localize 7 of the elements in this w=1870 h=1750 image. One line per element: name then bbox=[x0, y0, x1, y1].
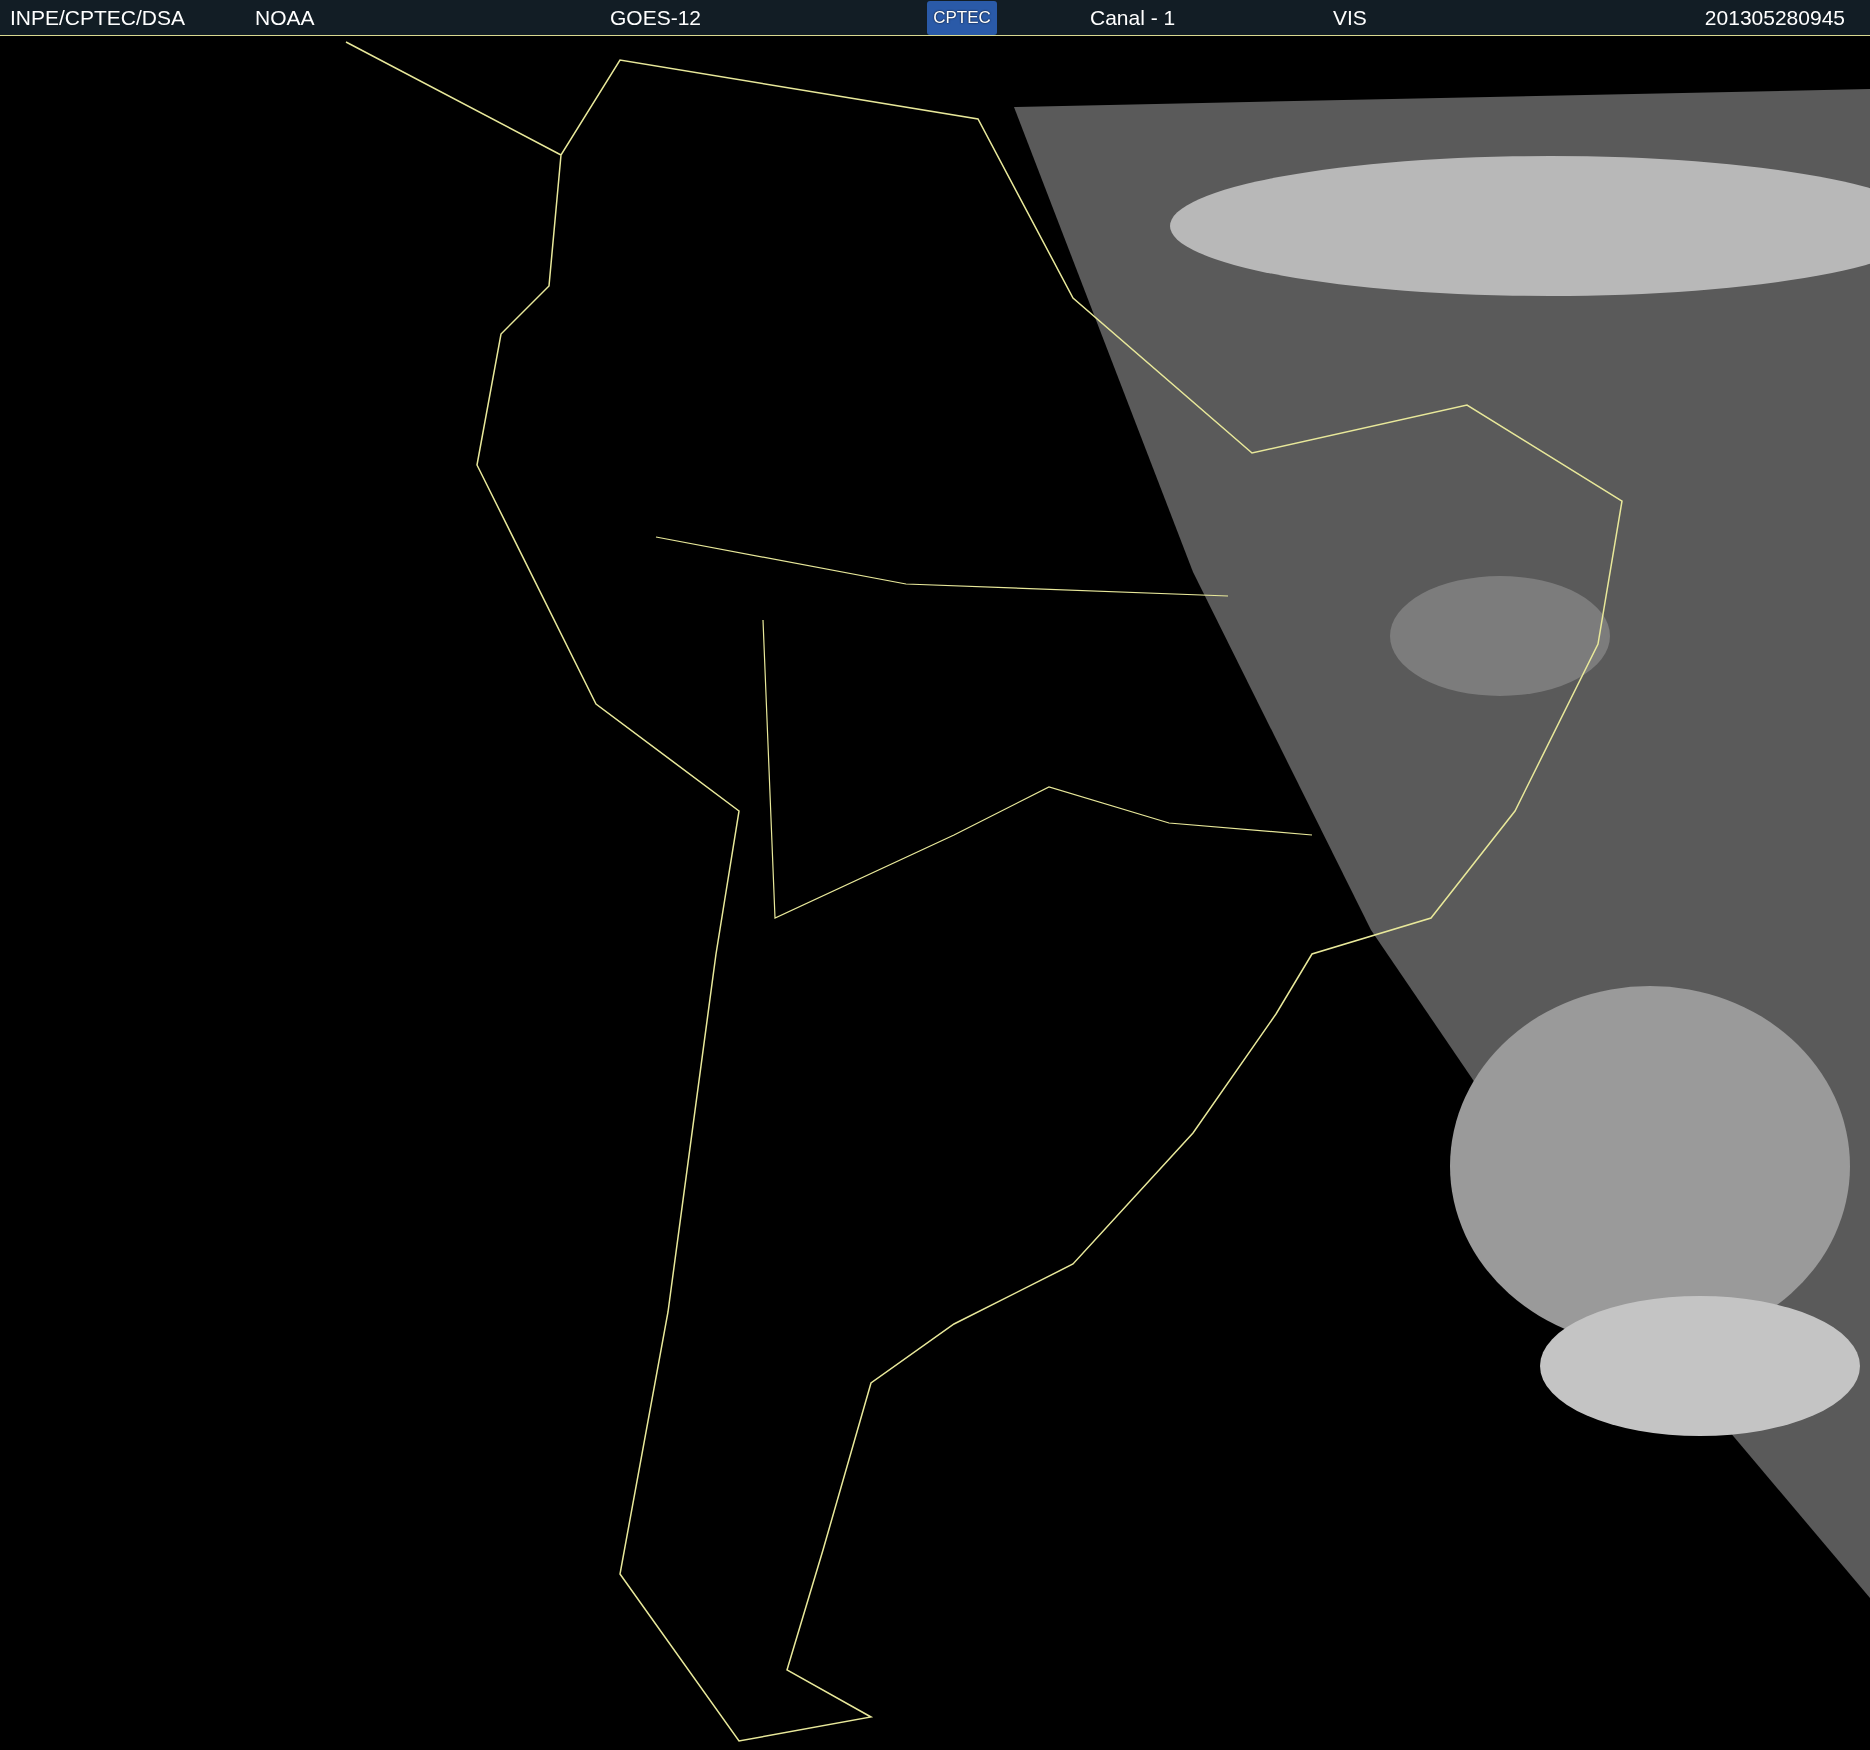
band-label: VIS bbox=[1333, 4, 1368, 31]
source-label: INPE/CPTEC/DSA bbox=[10, 4, 187, 31]
logo: CPTEC bbox=[927, 0, 997, 35]
agency-label: NOAA bbox=[255, 4, 316, 31]
timestamp-label: 201305280945 bbox=[1704, 4, 1845, 31]
channel-label: Canal - 1 bbox=[1090, 4, 1177, 31]
satellite-label: GOES-12 bbox=[610, 4, 703, 31]
